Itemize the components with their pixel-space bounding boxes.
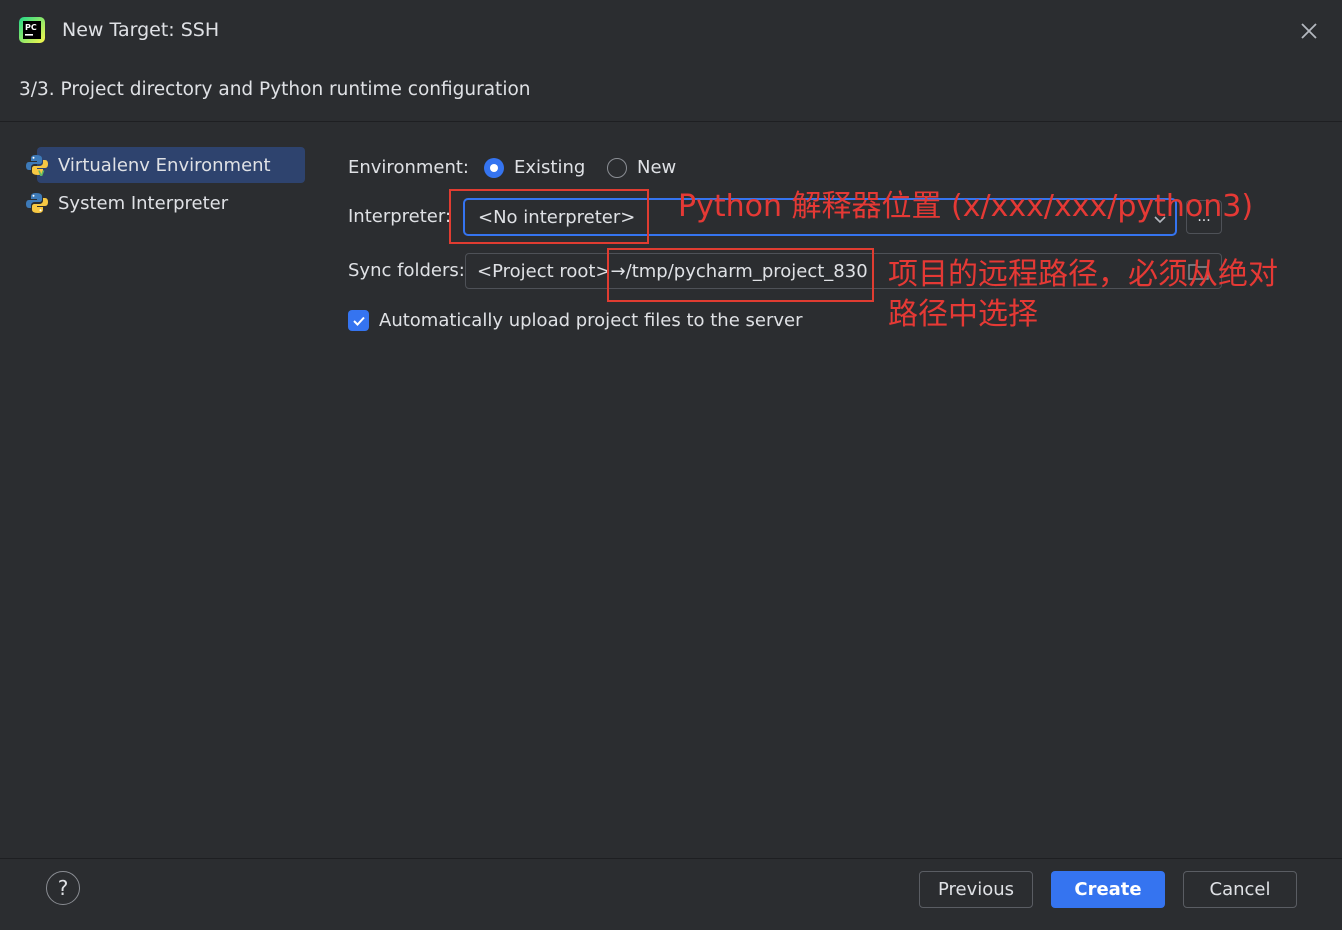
annotation-interpreter-note: Python 解释器位置 (x/xxx/xxx/python3) — [678, 189, 1254, 224]
annotation-sync-note-line1: 项目的远程路径，必须从绝对 — [888, 257, 1278, 292]
environment-label: Environment: — [348, 157, 469, 178]
annotation-box-sync — [607, 248, 874, 302]
window-title: New Target: SSH — [62, 19, 220, 41]
svg-text:v: v — [38, 168, 45, 177]
annotation-box-interpreter — [449, 189, 649, 244]
radio-label: New — [637, 157, 677, 178]
sidebar-item-label: Virtualenv Environment — [58, 154, 271, 176]
pycharm-logo-icon: PC — [19, 17, 45, 43]
interpreter-label: Interpreter: — [348, 206, 452, 227]
svg-text:PC: PC — [25, 23, 37, 32]
sidebar-item-virtualenv[interactable]: v Virtualenv Environment — [26, 147, 305, 183]
auto-upload-label: Automatically upload project files to th… — [379, 310, 803, 331]
radio-unselected-icon — [607, 157, 627, 178]
header-divider — [0, 121, 1342, 122]
auto-upload-checkbox[interactable]: Automatically upload project files to th… — [348, 310, 802, 331]
footer-divider — [0, 858, 1342, 859]
cancel-button[interactable]: Cancel — [1183, 871, 1297, 908]
step-title: 3/3. Project directory and Python runtim… — [19, 79, 531, 100]
environment-existing-radio[interactable]: Existing — [484, 157, 585, 178]
radio-label: Existing — [514, 157, 586, 178]
python-venv-icon: v — [25, 153, 49, 179]
previous-button[interactable]: Previous — [919, 871, 1033, 908]
sidebar-item-system-interpreter[interactable]: System Interpreter — [22, 185, 305, 221]
help-button[interactable]: ? — [46, 871, 80, 905]
checkbox-checked-icon — [348, 310, 369, 331]
close-icon[interactable] — [1298, 20, 1320, 42]
radio-selected-icon — [484, 157, 504, 178]
annotation-sync-note-line2: 路径中选择 — [888, 297, 1038, 332]
create-button[interactable]: Create — [1051, 871, 1165, 908]
sync-folders-label: Sync folders: — [348, 260, 465, 281]
environment-new-radio[interactable]: New — [607, 157, 676, 178]
python-icon — [25, 191, 49, 215]
sidebar-item-label: System Interpreter — [58, 192, 229, 214]
